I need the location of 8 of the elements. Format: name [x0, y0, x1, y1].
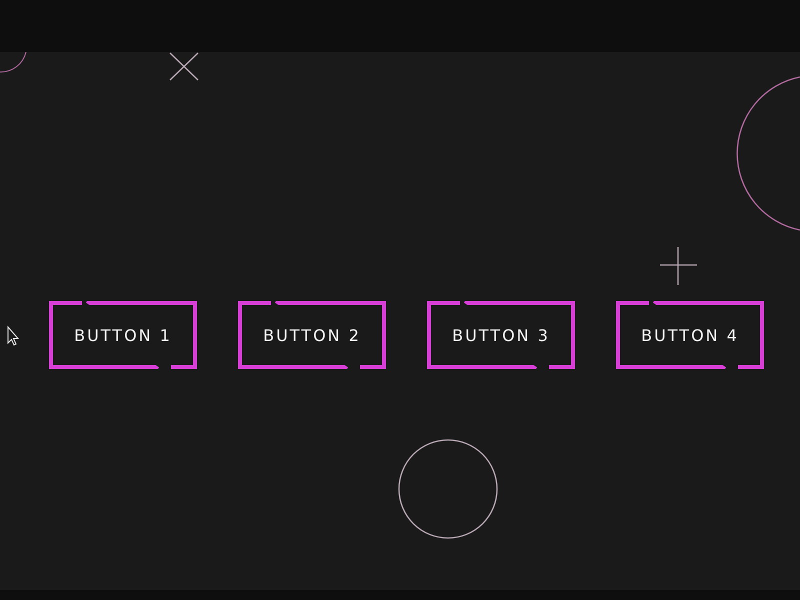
- neon-button[interactable]: BUTTON 2: [238, 301, 386, 369]
- neon-button[interactable]: BUTTON 1: [49, 301, 197, 369]
- cross-icon: [170, 52, 198, 80]
- neon-button[interactable]: BUTTON 4: [616, 301, 764, 369]
- cursor-icon: [8, 326, 20, 346]
- neon-button[interactable]: BUTTON 3: [427, 301, 575, 369]
- plus-icon: [660, 247, 697, 285]
- arc-drawing: [0, 52, 26, 72]
